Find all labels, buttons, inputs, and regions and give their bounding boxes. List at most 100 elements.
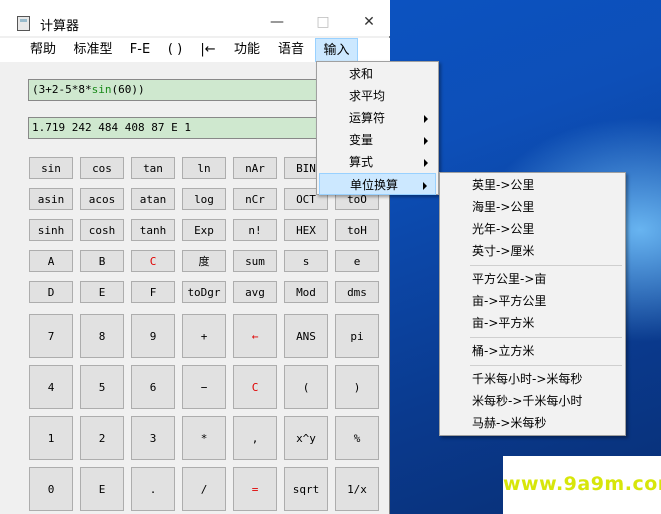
key-C-button[interactable]: C	[131, 250, 175, 272]
key-Mod-button[interactable]: Mod	[284, 281, 328, 303]
title-bar[interactable]: 计算器 — □ ✕	[0, 0, 390, 36]
key-0-button[interactable]: 0	[29, 467, 73, 511]
menu-backspace[interactable]: |←	[196, 38, 220, 62]
key-acos-button[interactable]: acos	[80, 188, 124, 210]
key-E-button[interactable]: E	[80, 281, 124, 303]
menu-item-sum[interactable]: 求和	[319, 63, 436, 85]
key-k8-4-button[interactable]: =	[233, 467, 277, 511]
key-sqrt-button[interactable]: sqrt	[284, 467, 328, 511]
menu-separator	[470, 365, 622, 366]
key-E-button[interactable]: E	[80, 467, 124, 511]
submenu-arrow-icon	[424, 159, 428, 167]
key-k3-3-button[interactable]: 度	[182, 250, 226, 272]
key-k6-6-button[interactable]: )	[335, 365, 379, 409]
key-atan-button[interactable]: atan	[131, 188, 175, 210]
key-toH-button[interactable]: toH	[335, 219, 379, 241]
key-e-button[interactable]: e	[335, 250, 379, 272]
unit-nmile-km[interactable]: 海里->公里	[442, 196, 623, 218]
key-n-button[interactable]: n!	[233, 219, 277, 241]
watermark: www.9a9m.com	[503, 456, 661, 514]
key-log-button[interactable]: log	[182, 188, 226, 210]
menu-separator	[470, 265, 622, 266]
window-title: 计算器	[40, 19, 80, 34]
key-k8-2-button[interactable]: .	[131, 467, 175, 511]
key-tan-button[interactable]: tan	[131, 157, 175, 179]
unit-barrel-m3[interactable]: 桶->立方米	[442, 340, 623, 362]
key-9-button[interactable]: 9	[131, 314, 175, 358]
menu-item-average[interactable]: 求平均	[319, 85, 436, 107]
key-F-button[interactable]: F	[131, 281, 175, 303]
key-Exp-button[interactable]: Exp	[182, 219, 226, 241]
key-xy-button[interactable]: x^y	[284, 416, 328, 460]
menu-separator	[470, 337, 622, 338]
key-HEX-button[interactable]: HEX	[284, 219, 328, 241]
unit-sqkm-mu[interactable]: 平方公里->亩	[442, 268, 623, 290]
key-k5-3-button[interactable]: +	[182, 314, 226, 358]
key-ANS-button[interactable]: ANS	[284, 314, 328, 358]
key-k7-6-button[interactable]: %	[335, 416, 379, 460]
menu-input[interactable]: 输入	[315, 38, 358, 62]
unit-lightyear-km[interactable]: 光年->公里	[442, 218, 623, 240]
menu-item-variable-label: 变量	[349, 133, 374, 147]
key-4-button[interactable]: 4	[29, 365, 73, 409]
menu-item-formula-label: 算式	[349, 155, 374, 169]
unit-ms-kmh[interactable]: 米每秒->千米每小时	[442, 390, 623, 412]
unit-kmh-ms[interactable]: 千米每小时->米每秒	[442, 368, 623, 390]
key-6-button[interactable]: 6	[131, 365, 175, 409]
key-A-button[interactable]: A	[29, 250, 73, 272]
key-1-button[interactable]: 1	[29, 416, 73, 460]
key-k7-4-button[interactable]: ,	[233, 416, 277, 460]
menu-parentheses[interactable]: ( )	[164, 38, 186, 62]
key-ln-button[interactable]: ln	[182, 157, 226, 179]
key-k8-3-button[interactable]: /	[182, 467, 226, 511]
key-avg-button[interactable]: avg	[233, 281, 277, 303]
key-nAr-button[interactable]: nAr	[233, 157, 277, 179]
submenu-arrow-icon	[423, 182, 427, 190]
unit-mu-sqkm[interactable]: 亩->平方公里	[442, 290, 623, 312]
unit-mile-km[interactable]: 英里->公里	[442, 174, 623, 196]
key-sin-button[interactable]: sin	[29, 157, 73, 179]
key-8-button[interactable]: 8	[80, 314, 124, 358]
key-C-button[interactable]: C	[233, 365, 277, 409]
key-sinh-button[interactable]: sinh	[29, 219, 73, 241]
key-7-button[interactable]: 7	[29, 314, 73, 358]
menu-item-variable[interactable]: 变量	[319, 129, 436, 151]
submenu-arrow-icon	[424, 115, 428, 123]
key-toDgr-button[interactable]: toDgr	[182, 281, 226, 303]
key-k7-3-button[interactable]: *	[182, 416, 226, 460]
calculator-icon	[17, 16, 30, 31]
expression-suffix: (60))	[111, 83, 145, 96]
key-k6-3-button[interactable]: −	[182, 365, 226, 409]
unit-mu-sqm[interactable]: 亩->平方米	[442, 312, 623, 334]
key-s-button[interactable]: s	[284, 250, 328, 272]
key-5-button[interactable]: 5	[80, 365, 124, 409]
key-nCr-button[interactable]: nCr	[233, 188, 277, 210]
key-B-button[interactable]: B	[80, 250, 124, 272]
menu-help[interactable]: 帮助	[26, 38, 60, 62]
key-asin-button[interactable]: asin	[29, 188, 73, 210]
menu-voice[interactable]: 语音	[274, 38, 308, 62]
unit-mach-ms[interactable]: 马赫->米每秒	[442, 412, 623, 434]
menu-standard[interactable]: 标准型	[70, 38, 116, 62]
key-1x-button[interactable]: 1/x	[335, 467, 379, 511]
close-button[interactable]: ✕	[354, 10, 384, 34]
key-D-button[interactable]: D	[29, 281, 73, 303]
key-pi-button[interactable]: pi	[335, 314, 379, 358]
menu-function[interactable]: 功能	[230, 38, 264, 62]
unit-inch-cm[interactable]: 英寸->厘米	[442, 240, 623, 262]
key-dms-button[interactable]: dms	[335, 281, 379, 303]
menu-fe[interactable]: F-E	[126, 38, 154, 62]
key-sum-button[interactable]: sum	[233, 250, 277, 272]
minimize-button[interactable]: —	[262, 10, 292, 34]
key-k5-4-button[interactable]: ←	[233, 314, 277, 358]
menu-item-operator[interactable]: 运算符	[319, 107, 436, 129]
key-3-button[interactable]: 3	[131, 416, 175, 460]
menu-item-unit-conversion[interactable]: 单位换算	[319, 173, 436, 195]
key-cos-button[interactable]: cos	[80, 157, 124, 179]
menu-item-formula[interactable]: 算式	[319, 151, 436, 173]
key-cosh-button[interactable]: cosh	[80, 219, 124, 241]
key-k6-5-button[interactable]: (	[284, 365, 328, 409]
key-tanh-button[interactable]: tanh	[131, 219, 175, 241]
maximize-button[interactable]: □	[308, 10, 338, 34]
key-2-button[interactable]: 2	[80, 416, 124, 460]
